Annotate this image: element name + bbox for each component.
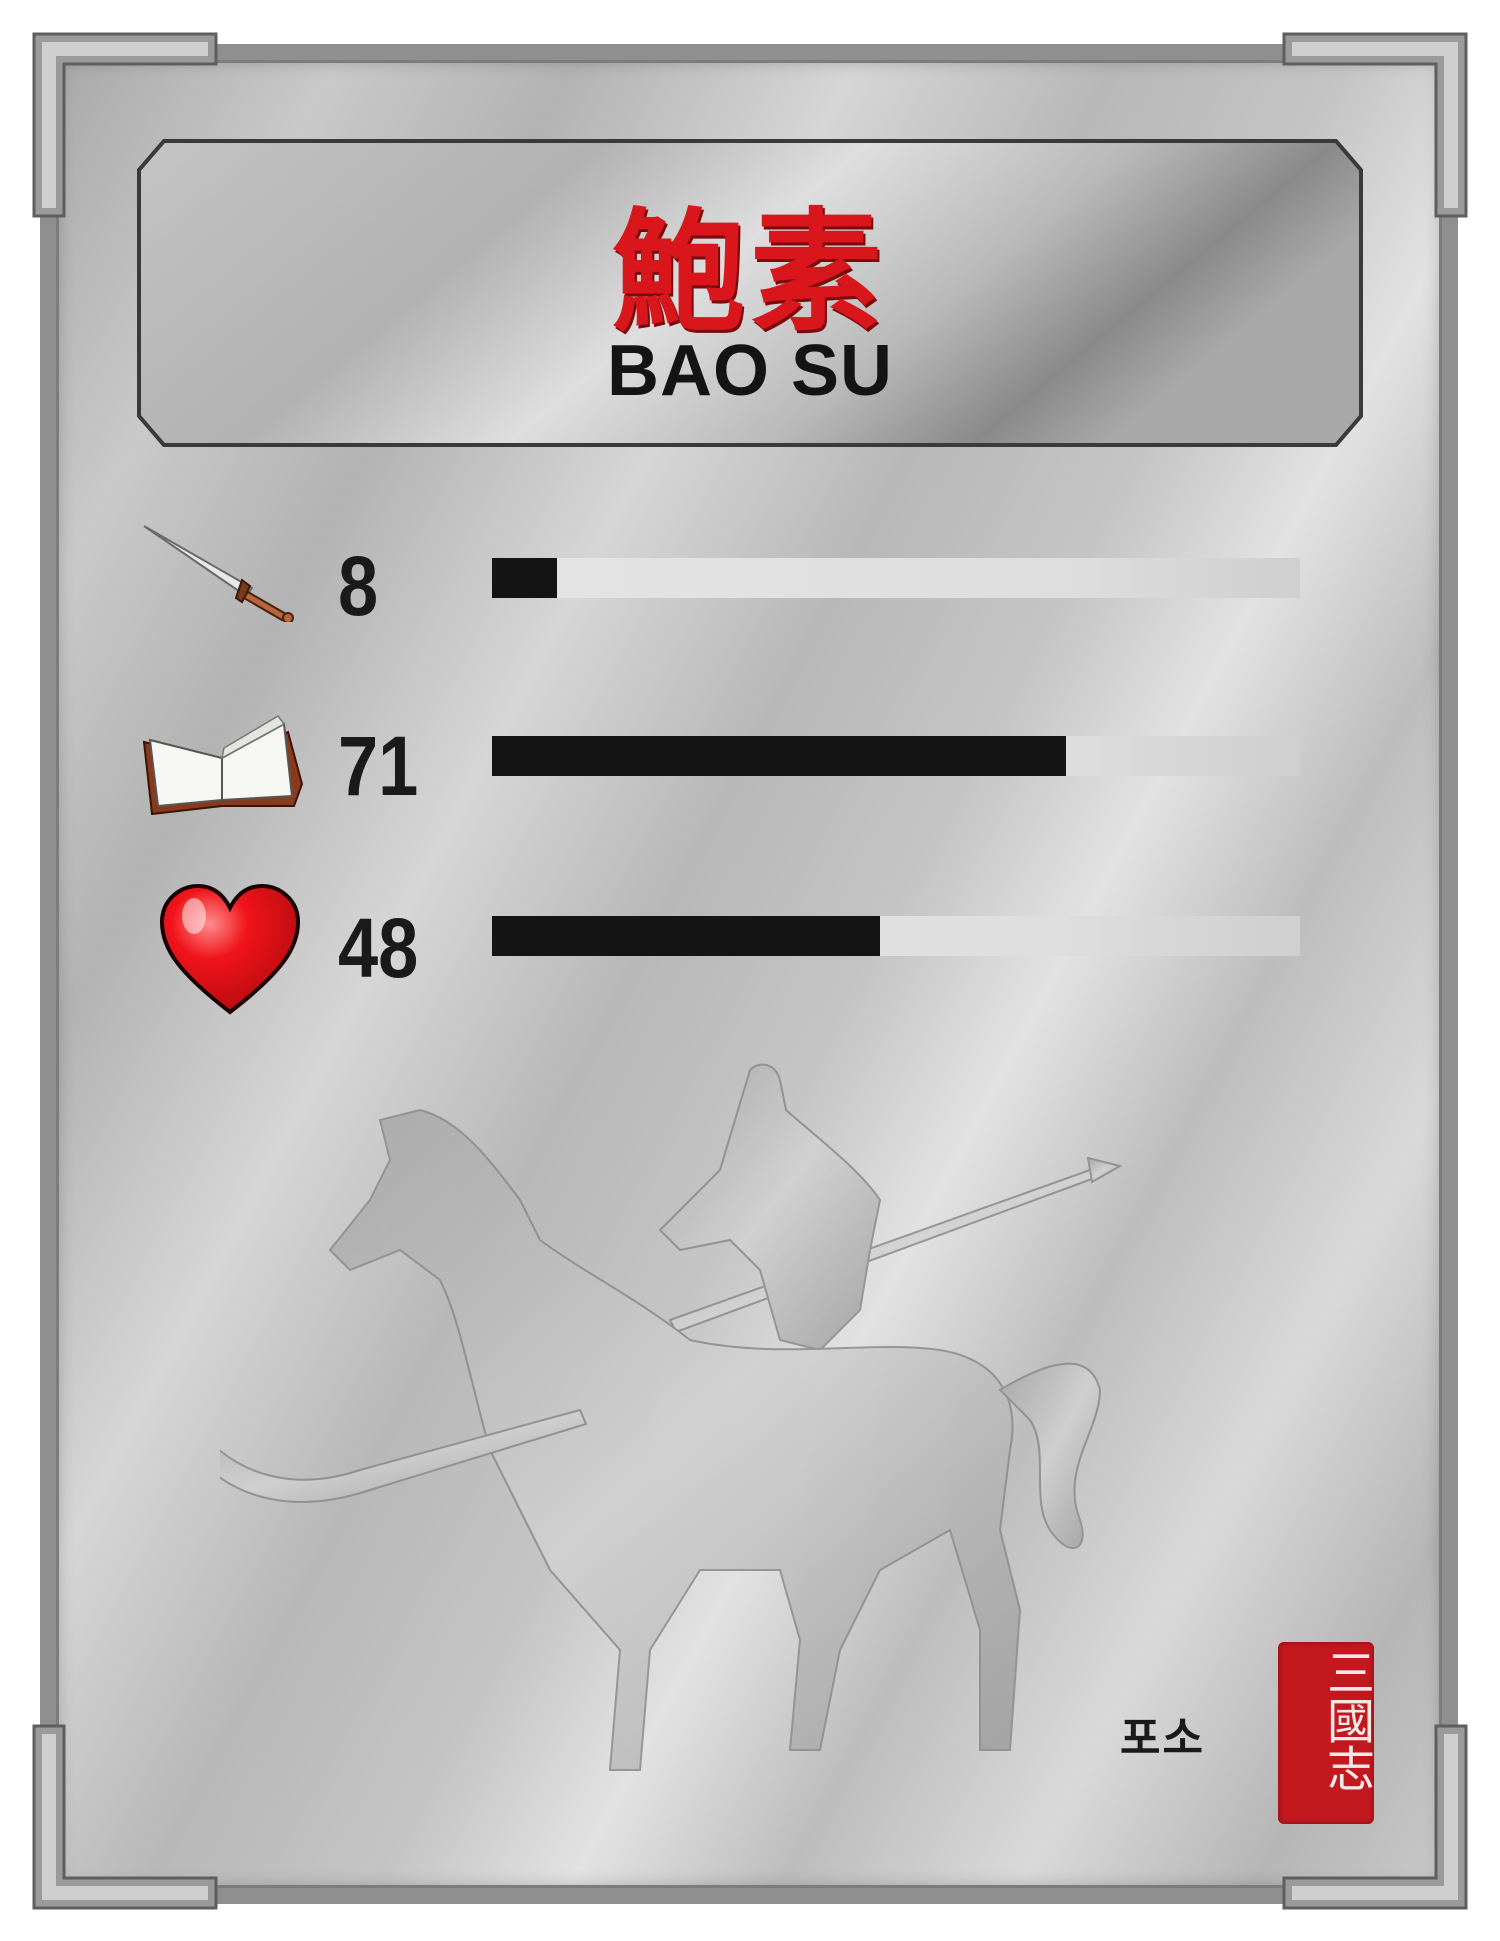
seal-text: 三國志 xyxy=(1318,1648,1374,1792)
character-name-chinese: 鮑素 xyxy=(612,196,888,350)
stat-row-strength: 8 xyxy=(0,525,1500,648)
sanguozhi-seal: 三國志 xyxy=(1278,1642,1374,1824)
corner-bracket-bottom-left xyxy=(30,1722,220,1912)
strength-value: 8 xyxy=(338,539,379,633)
intelligence-value: 71 xyxy=(338,719,419,813)
horse-rider-silhouette xyxy=(188,1050,1140,1834)
intelligence-bar-fill xyxy=(492,736,1066,776)
stat-row-vitality: 48 xyxy=(0,883,1500,1015)
title-panel: 鮑素 BAO SU xyxy=(136,138,1364,448)
vitality-bar-fill xyxy=(492,916,880,956)
character-name-english: BAO SU xyxy=(606,331,894,411)
character-name-korean: 포소 xyxy=(1120,1713,1205,1764)
heart-icon xyxy=(158,882,302,1022)
strength-bar-fill xyxy=(492,558,557,598)
stat-row-intelligence: 71 xyxy=(0,708,1500,828)
sword-icon xyxy=(140,522,300,626)
intelligence-bar xyxy=(492,736,1300,776)
vitality-bar xyxy=(492,916,1300,956)
book-icon xyxy=(138,702,308,826)
vitality-value: 48 xyxy=(338,901,419,995)
strength-bar xyxy=(492,558,1300,598)
